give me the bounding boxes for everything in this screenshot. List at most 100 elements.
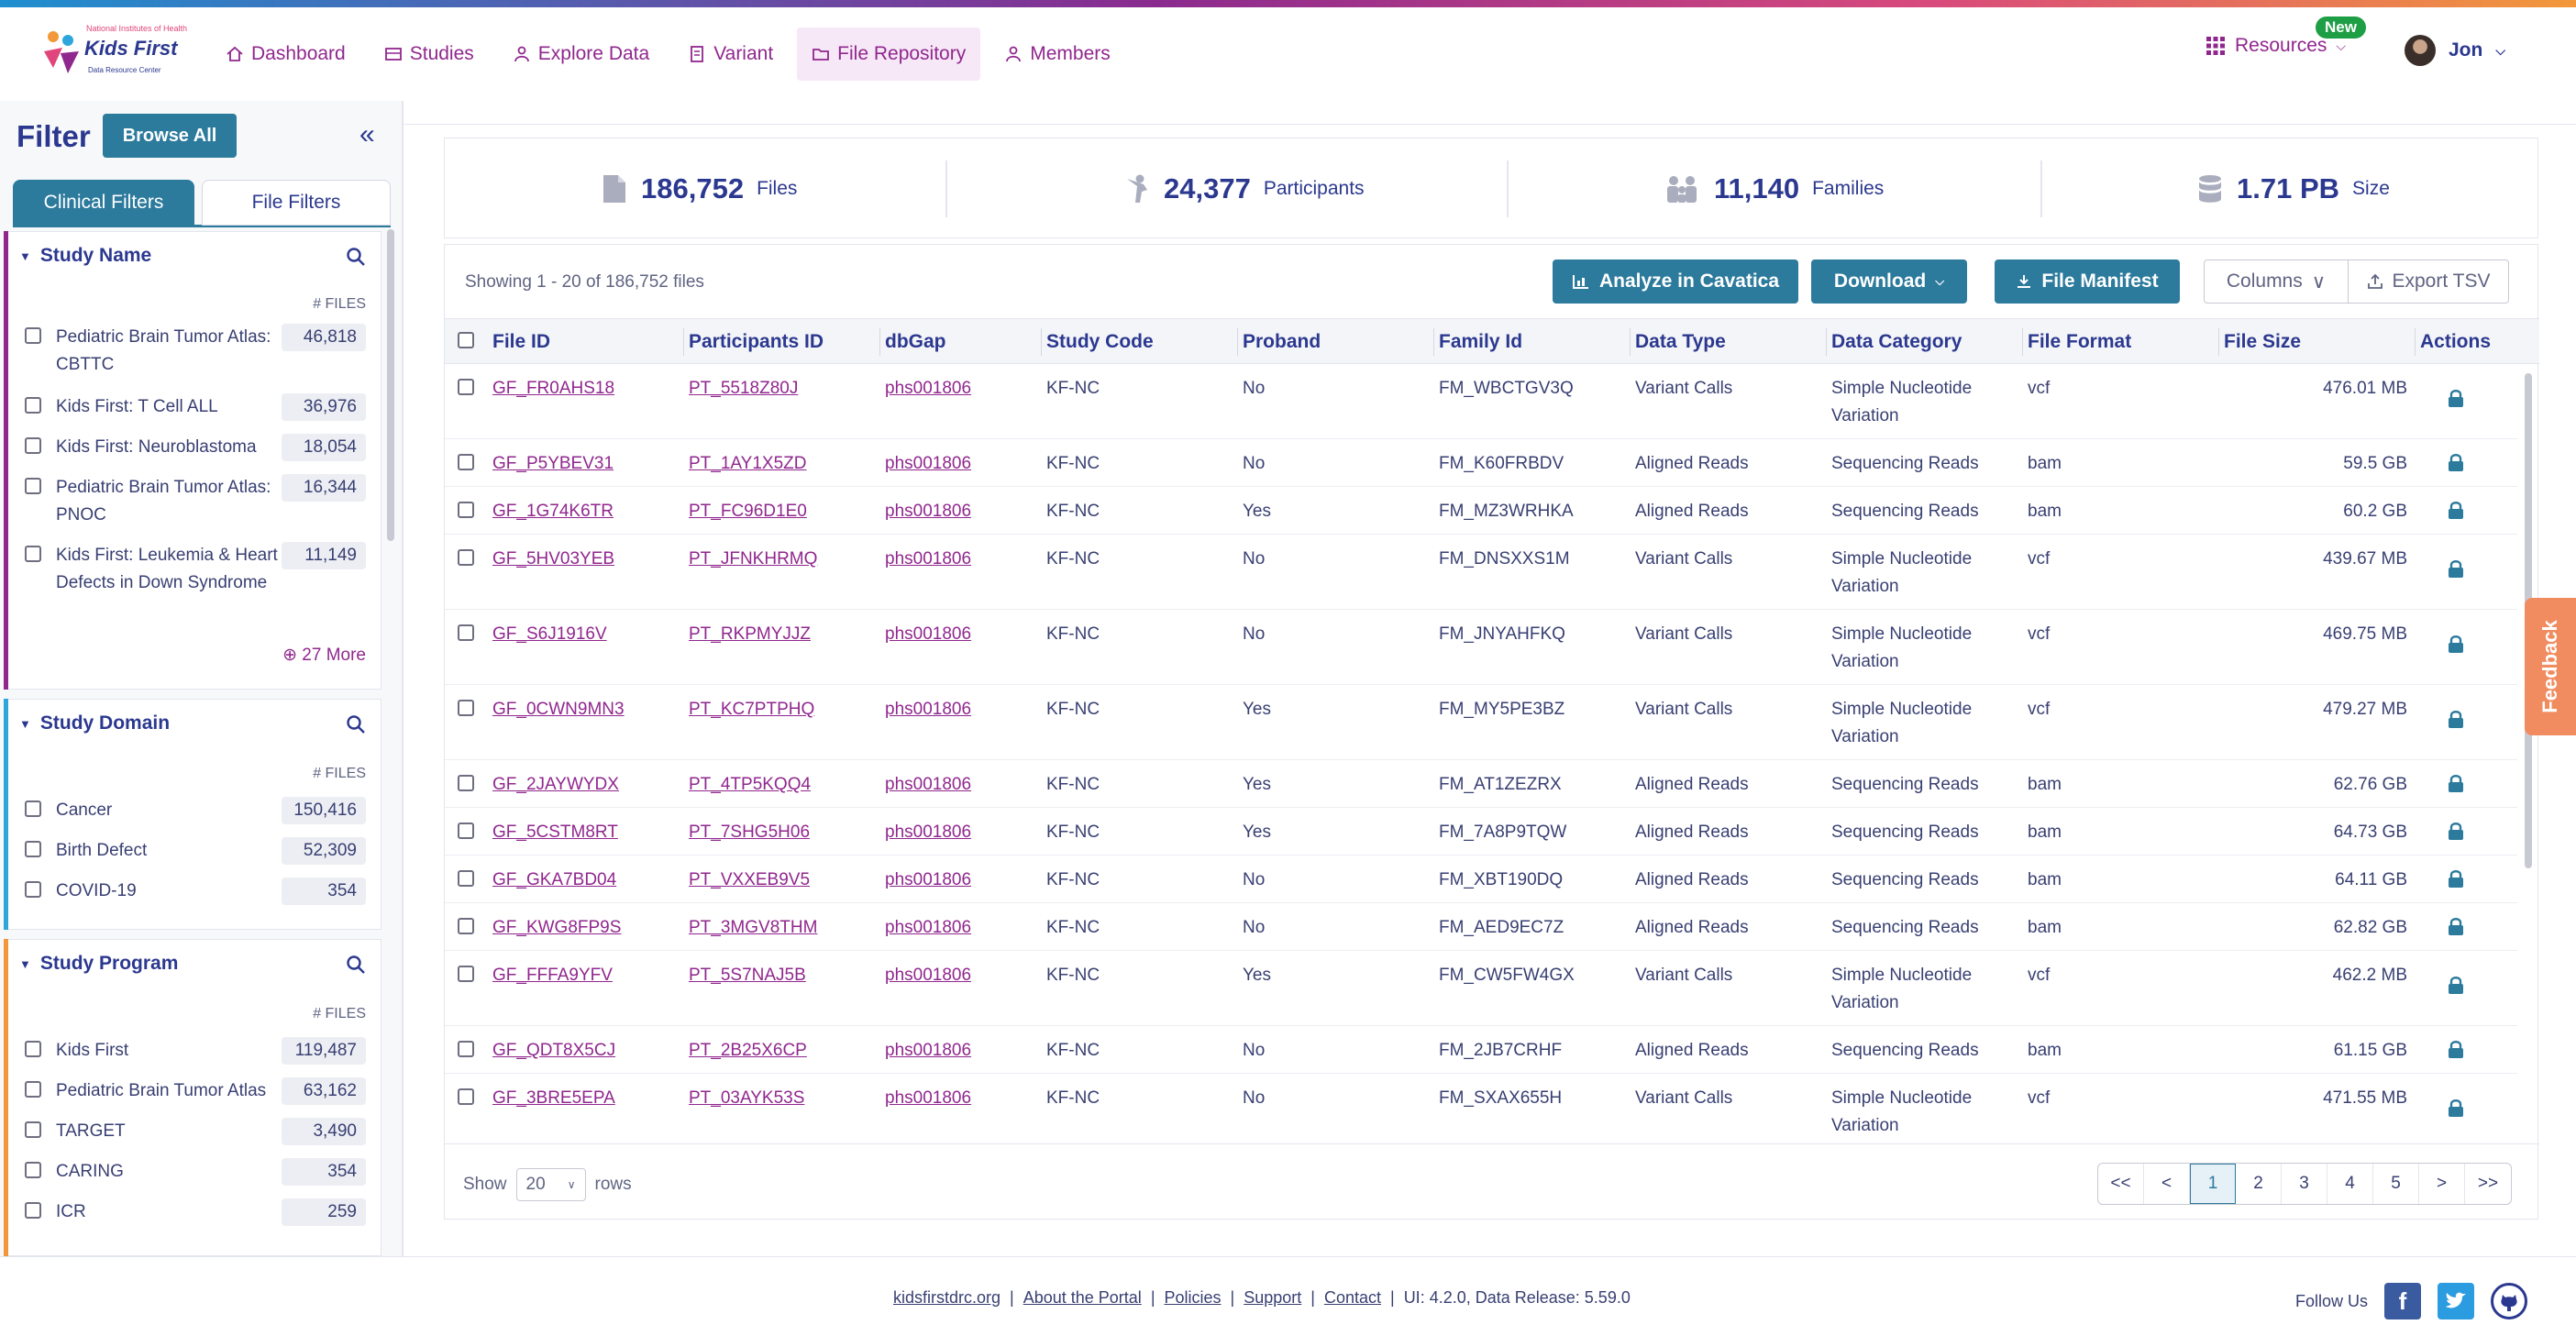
column-header[interactable]: File ID (492, 319, 550, 365)
checkbox[interactable] (25, 1041, 41, 1057)
column-header[interactable]: File Size (2224, 319, 2301, 365)
row-checkbox[interactable] (458, 700, 474, 716)
column-header[interactable]: Data Type (1635, 319, 1726, 365)
participant-id-link[interactable]: PT_VXXEB9V5 (689, 867, 810, 894)
participant-id-link[interactable]: PT_5S7NAJ5B (689, 962, 806, 989)
panel-header[interactable]: ▼ Study Domain (19, 712, 170, 734)
twitter-icon[interactable] (2438, 1283, 2475, 1319)
dbgap-link[interactable]: phs001806 (885, 450, 971, 478)
panel-header[interactable]: ▼ Study Name (19, 245, 151, 267)
checkbox[interactable] (25, 437, 41, 454)
file-id-link[interactable]: GF_3BRE5EPA (492, 1085, 615, 1112)
participant-id-link[interactable]: PT_2B25X6CP (689, 1037, 807, 1065)
page-button[interactable]: 3 (2282, 1164, 2327, 1204)
facebook-icon[interactable]: f (2384, 1283, 2422, 1319)
filter-option[interactable]: Kids First: T Cell ALL 36,976 (19, 393, 366, 425)
file-manifest-button[interactable]: File Manifest (1995, 259, 2180, 304)
dbgap-link[interactable]: phs001806 (885, 914, 971, 942)
footer-link-policies[interactable]: Policies (1165, 1288, 1222, 1308)
dbgap-link[interactable]: phs001806 (885, 819, 971, 846)
row-checkbox[interactable] (458, 870, 474, 887)
dbgap-link[interactable]: phs001806 (885, 771, 971, 799)
user-menu[interactable]: Jon ⌵ (2405, 35, 2505, 66)
row-checkbox[interactable] (458, 775, 474, 791)
filter-option[interactable]: Kids First 119,487 (19, 1037, 366, 1068)
column-header[interactable]: File Format (2028, 319, 2131, 365)
page-button[interactable]: < (2144, 1164, 2190, 1204)
nav-studies[interactable]: Studies (370, 28, 489, 81)
show-more-link[interactable]: ⊕ 27 More (282, 645, 366, 666)
participant-id-link[interactable]: PT_FC96D1E0 (689, 498, 807, 525)
lock-icon[interactable] (2447, 1098, 2465, 1118)
checkbox[interactable] (25, 881, 41, 898)
participant-id-link[interactable]: PT_KC7PTPHQ (689, 696, 814, 723)
lock-icon[interactable] (2447, 452, 2465, 472)
columns-button[interactable]: Columns ∨ (2204, 259, 2349, 304)
lock-icon[interactable] (2447, 558, 2465, 579)
file-id-link[interactable]: GF_2JAYWYDX (492, 771, 619, 799)
page-button[interactable]: 5 (2373, 1164, 2419, 1204)
page-button[interactable]: >> (2465, 1164, 2511, 1204)
checkbox[interactable] (25, 546, 41, 562)
row-checkbox[interactable] (458, 549, 474, 566)
filter-option[interactable]: Pediatric Brain Tumor Atlas 63,162 (19, 1077, 366, 1109)
participant-id-link[interactable]: PT_7SHG5H06 (689, 819, 810, 846)
row-checkbox[interactable] (458, 502, 474, 518)
column-header[interactable]: Data Category (1831, 319, 1962, 365)
sidebar-scrollbar[interactable] (387, 229, 394, 541)
dbgap-link[interactable]: phs001806 (885, 1037, 971, 1065)
participant-id-link[interactable]: PT_1AY1X5ZD (689, 450, 806, 478)
file-id-link[interactable]: GF_FFFA9YFV (492, 962, 613, 989)
checkbox[interactable] (25, 841, 41, 857)
collapse-sidebar-icon[interactable]: « (359, 119, 375, 150)
dbgap-link[interactable]: phs001806 (885, 962, 971, 989)
page-button[interactable]: << (2098, 1164, 2144, 1204)
row-checkbox[interactable] (458, 918, 474, 934)
filter-option[interactable]: Pediatric Brain Tumor Atlas: PNOC 16,344 (19, 474, 366, 529)
feedback-tab[interactable]: Feedback (2525, 598, 2576, 735)
page-button[interactable]: 1 (2190, 1164, 2236, 1204)
page-size-select[interactable]: 20 ∨ (515, 1168, 586, 1201)
filter-option[interactable]: ICR 259 (19, 1198, 366, 1230)
filter-option[interactable]: COVID-19 354 (19, 878, 366, 909)
dbgap-link[interactable]: phs001806 (885, 546, 971, 573)
dbgap-link[interactable]: phs001806 (885, 696, 971, 723)
column-header[interactable]: Participants ID (689, 319, 824, 365)
footer-link-kidsfirstdrc[interactable]: kidsfirstdrc.org (893, 1288, 1001, 1308)
column-header[interactable]: Study Code (1046, 319, 1154, 365)
nav-explore-data[interactable]: Explore Data (498, 28, 664, 81)
dbgap-link[interactable]: phs001806 (885, 1085, 971, 1112)
row-checkbox[interactable] (458, 1088, 474, 1105)
lock-icon[interactable] (2447, 773, 2465, 793)
row-checkbox[interactable] (458, 379, 474, 395)
participant-id-link[interactable]: PT_5518Z80J (689, 375, 798, 403)
file-id-link[interactable]: GF_5HV03YEB (492, 546, 614, 573)
page-button[interactable]: > (2419, 1164, 2465, 1204)
participant-id-link[interactable]: PT_JFNKHRMQ (689, 546, 817, 573)
filter-option[interactable]: CARING 354 (19, 1158, 366, 1189)
select-all-checkbox[interactable] (458, 332, 474, 348)
footer-link-contact[interactable]: Contact (1324, 1288, 1381, 1308)
search-icon[interactable] (346, 247, 366, 267)
checkbox[interactable] (25, 800, 41, 817)
lock-icon[interactable] (2447, 821, 2465, 841)
row-checkbox[interactable] (458, 966, 474, 982)
nav-variant[interactable]: Variant (673, 28, 788, 81)
checkbox[interactable] (25, 478, 41, 494)
dbgap-link[interactable]: phs001806 (885, 867, 971, 894)
row-checkbox[interactable] (458, 624, 474, 641)
checkbox[interactable] (25, 397, 41, 414)
filter-option[interactable]: TARGET 3,490 (19, 1118, 366, 1149)
nav-file-repository[interactable]: File Repository (797, 28, 981, 81)
resources-menu[interactable]: Resources ⌵ (2206, 35, 2346, 57)
analyze-in-cavatica-button[interactable]: Analyze in Cavatica (1553, 259, 1798, 304)
file-id-link[interactable]: GF_1G74K6TR (492, 498, 614, 525)
column-header[interactable]: Proband (1243, 319, 1321, 365)
page-button[interactable]: 4 (2327, 1164, 2373, 1204)
dbgap-link[interactable]: phs001806 (885, 621, 971, 648)
participant-id-link[interactable]: PT_RKPMYJJZ (689, 621, 811, 648)
browse-all-button[interactable]: Browse All (103, 114, 237, 158)
github-icon[interactable] (2491, 1283, 2528, 1319)
lock-icon[interactable] (2447, 868, 2465, 889)
row-checkbox[interactable] (458, 1041, 474, 1057)
